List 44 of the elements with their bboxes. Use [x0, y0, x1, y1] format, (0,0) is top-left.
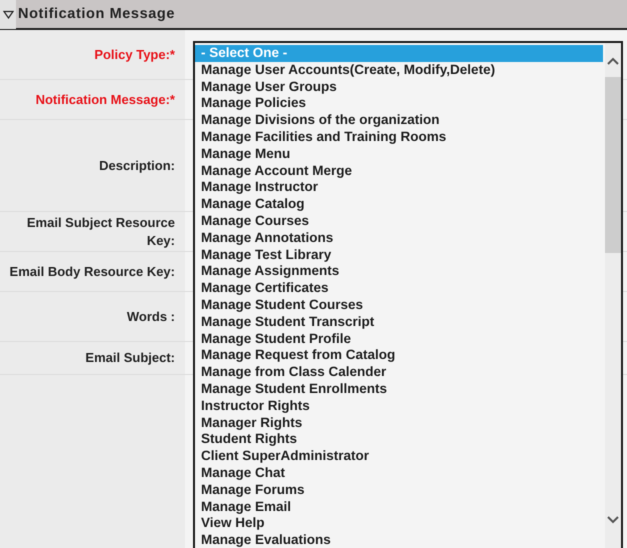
field-label: Words : — [126, 308, 175, 326]
dropdown-option[interactable]: Manage Assignments — [195, 263, 605, 280]
dropdown-option[interactable]: Manage Facilities and Training Rooms — [195, 128, 605, 146]
dropdown-option[interactable]: Manage Forums — [195, 482, 605, 499]
dropdown-option[interactable]: Manage Catalog — [195, 196, 605, 213]
scroll-down-icon[interactable] — [607, 516, 619, 524]
dropdown-option[interactable]: Manage Account Merge — [195, 162, 605, 180]
dropdown-option[interactable]: Manage Divisions of the organization — [195, 112, 605, 129]
dropdown-option[interactable]: Manage Evaluations — [195, 532, 605, 548]
dropdown-option[interactable]: Manage Student Courses — [195, 296, 605, 314]
collapse-arrow-icon[interactable] — [2, 10, 14, 18]
field-label: Policy Type:* — [94, 46, 175, 64]
dropdown-option[interactable]: Client SuperAdministrator — [195, 448, 605, 465]
dropdown-option[interactable]: Manage User Accounts(Create, Modify,Delete) — [195, 62, 605, 79]
scrollbar[interactable] — [605, 43, 621, 548]
dropdown-option[interactable]: Manage from Class Calender — [195, 364, 605, 381]
dropdown-option[interactable]: Student Rights — [195, 431, 605, 448]
dropdown-option[interactable]: Manage Request from Catalog — [195, 347, 605, 364]
dropdown-option[interactable]: Manage Annotations — [195, 230, 605, 247]
dropdown-option[interactable]: Manage Menu — [195, 146, 605, 163]
field-label: Email Subject: — [85, 349, 175, 367]
dropdown-option[interactable]: Instructor Rights — [195, 398, 605, 415]
dropdown-option[interactable]: Manage Policies — [195, 95, 605, 112]
scrollbar-thumb[interactable] — [605, 77, 621, 253]
field-label: Description: — [99, 156, 175, 174]
dropdown-option[interactable]: Manage Certificates — [195, 280, 605, 297]
policy-type-dropdown-list[interactable] — [193, 41, 623, 548]
dropdown-option[interactable]: Manage Courses — [195, 212, 605, 230]
dropdown-option[interactable]: Manage Instructor — [195, 179, 605, 196]
field-label: Notification Message:* — [36, 90, 175, 108]
dropdown-option[interactable]: Manage User Groups — [195, 78, 605, 96]
dropdown-option[interactable]: Manage Email — [195, 498, 605, 516]
dropdown-option[interactable]: View Help — [195, 515, 605, 532]
section-header[interactable]: Notification Message — [0, 0, 627, 30]
dropdown-option[interactable]: Manage Student Profile — [195, 330, 605, 348]
dropdown-option[interactable]: Manage Student Transcript — [195, 314, 605, 331]
dropdown-option[interactable]: Manager Rights — [195, 414, 605, 432]
dropdown-option[interactable]: Manage Student Enrollments — [195, 380, 605, 398]
dropdown-option[interactable]: Manage Chat — [195, 464, 605, 482]
section-title: Notification Message — [17, 6, 176, 22]
scroll-up-icon[interactable] — [607, 57, 619, 65]
field-label: Email Body Resource Key: — [10, 262, 175, 280]
field-label: Email Subject Resource Key: — [26, 214, 175, 250]
dropdown-option[interactable]: Manage Test Library — [195, 246, 605, 264]
